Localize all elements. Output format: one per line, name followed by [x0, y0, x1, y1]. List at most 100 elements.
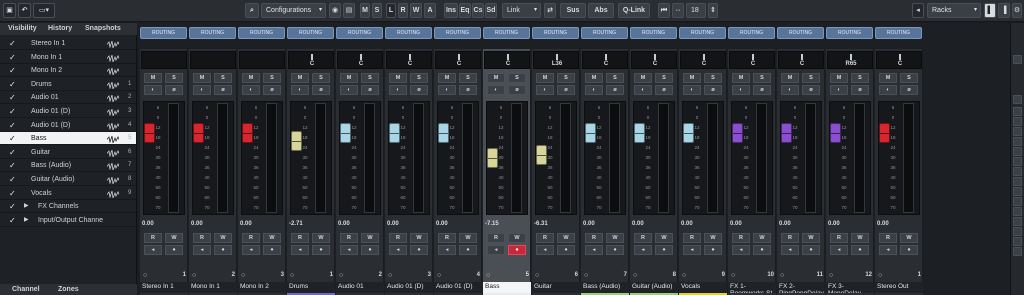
prev-channel-icon[interactable]: ⏮ [658, 3, 670, 18]
monitor-icon[interactable]: ◐ [879, 85, 897, 95]
channel-name[interactable]: Stereo In 1 [140, 282, 188, 295]
mute-button[interactable]: M [683, 73, 701, 83]
write-button[interactable]: W [214, 233, 232, 243]
rack-button[interactable] [1013, 197, 1022, 206]
channel-strip[interactable]: C M S ◐ ø 6 0 12 18 24 30 36 40 50 60 70 0.00 R W ◂ ● ○ 10 FX 1… [728, 49, 776, 295]
visibility-item[interactable]: ✓ ▶ Input/Output Channe [0, 214, 136, 227]
record-icon[interactable]: ● [900, 245, 918, 255]
phase-icon[interactable]: ø [802, 85, 820, 95]
fader-value[interactable]: -7.15 [485, 221, 507, 227]
monitor-icon[interactable]: ◐ [536, 85, 554, 95]
save-icon[interactable]: ▤ [343, 3, 355, 18]
check-icon[interactable]: ✓ [9, 91, 16, 104]
monitor-icon[interactable]: ◐ [781, 85, 799, 95]
link-channel-icon[interactable]: ○ [829, 272, 837, 279]
record-icon[interactable]: ● [557, 245, 575, 255]
link-channel-icon[interactable]: ○ [143, 272, 151, 279]
panel-inserts[interactable]: Ins [444, 3, 458, 18]
channel-width-icon[interactable]: ⇔ [672, 3, 684, 18]
monitor-icon[interactable]: ◐ [193, 85, 211, 95]
link-channel-icon[interactable]: ○ [878, 272, 886, 279]
rack-button[interactable] [1013, 247, 1022, 256]
pan-control[interactable]: C [337, 51, 383, 69]
check-icon[interactable]: ✓ [9, 173, 16, 186]
write-button[interactable]: W [851, 233, 869, 243]
link-channel-icon[interactable]: ○ [388, 272, 396, 279]
monitor-speaker-icon[interactable]: ◂ [732, 245, 750, 255]
write-button[interactable]: W [655, 233, 673, 243]
write-button[interactable]: W [900, 233, 918, 243]
toggle-automation[interactable]: A [424, 3, 436, 18]
check-icon[interactable]: ✓ [9, 105, 16, 118]
channel-name[interactable]: Drums [287, 282, 335, 295]
monitor-speaker-icon[interactable]: ◂ [242, 245, 260, 255]
toggle-read[interactable]: R [398, 3, 408, 18]
mute-button[interactable]: M [536, 73, 554, 83]
monitor-icon[interactable]: ◐ [732, 85, 750, 95]
routing-button[interactable]: ROUTING [385, 27, 432, 39]
phase-icon[interactable]: ø [410, 85, 428, 95]
monitor-icon[interactable]: ◐ [291, 85, 309, 95]
fader-value[interactable]: 0.00 [681, 221, 703, 227]
write-button[interactable]: W [753, 233, 771, 243]
fader-handle[interactable] [340, 123, 351, 143]
pan-control[interactable]: C [582, 51, 628, 69]
stepper-icon[interactable]: ⇕ [708, 3, 718, 18]
check-icon[interactable]: ✓ [9, 78, 16, 91]
fader-value[interactable]: 0.00 [142, 221, 164, 227]
fader-value[interactable]: 0.00 [338, 221, 360, 227]
toggle-listen[interactable]: L [386, 3, 396, 18]
pan-control[interactable]: C [386, 51, 432, 69]
pan-control[interactable]: L36 [533, 51, 579, 69]
read-button[interactable]: R [536, 233, 554, 243]
fader-handle[interactable] [438, 123, 449, 143]
pan-control[interactable]: C [876, 51, 922, 69]
visibility-item[interactable]: ✓ Vocals 9 [0, 187, 136, 200]
solo-button[interactable]: S [312, 73, 330, 83]
tab-zones[interactable]: Zones [58, 284, 79, 295]
solo-button[interactable]: S [557, 73, 575, 83]
routing-button[interactable]: ROUTING [581, 27, 628, 39]
monitor-icon[interactable]: ◐ [438, 85, 456, 95]
pan-control[interactable]: C [729, 51, 775, 69]
channel-strip[interactable]: M S ◐ ø 6 0 12 18 24 30 36 40 50 60 70 0.00 R W ◂ ● ○ 3 Mono I… [238, 49, 286, 295]
rack-button[interactable] [1013, 147, 1022, 156]
channel-name[interactable]: Bass (Audio) [581, 282, 629, 295]
solo-button[interactable]: S [410, 73, 428, 83]
mute-button[interactable]: M [193, 73, 211, 83]
visibility-item[interactable]: ✓ Bass (Audio) 7 [0, 159, 136, 173]
fader-handle[interactable] [144, 123, 155, 143]
solo-button[interactable]: S [361, 73, 379, 83]
phase-icon[interactable]: ø [508, 85, 526, 95]
channel-strip[interactable]: C M S ◐ ø 6 0 12 18 24 30 36 40 50 60 70 0.00 R W ◂ ● ○ 7 Bass … [581, 49, 629, 295]
fader-handle[interactable] [585, 123, 596, 143]
channel-name[interactable]: Audio 01 (D) [434, 282, 482, 295]
channel-strip[interactable]: C M S ◐ ø 6 0 12 18 24 30 36 40 50 60 70 0.00 R W ◂ ● ○ 9 Vocal… [679, 49, 727, 295]
pan-control[interactable]: C [484, 51, 530, 69]
write-button[interactable]: W [410, 233, 428, 243]
monitor-icon[interactable]: ◐ [144, 85, 162, 95]
check-icon[interactable]: ✓ [9, 159, 16, 172]
monitor-speaker-icon[interactable]: ◂ [487, 245, 505, 255]
check-icon[interactable]: ✓ [9, 214, 16, 227]
channel-name[interactable]: FX 2-PingPongDelay [777, 282, 825, 295]
monitor-icon[interactable]: ◐ [389, 85, 407, 95]
solo-button[interactable]: S [263, 73, 281, 83]
record-icon[interactable]: ● [165, 245, 183, 255]
layout-left-icon[interactable]: ▌ [984, 3, 996, 18]
read-button[interactable]: R [438, 233, 456, 243]
routing-button[interactable]: ROUTING [777, 27, 824, 39]
channel-name[interactable]: Guitar [532, 282, 580, 295]
channel-strip[interactable]: R65 M S ◐ ø 6 0 12 18 24 30 36 40 50 60 70 0.00 R W ◂ ● ○ 12 FX… [826, 49, 874, 295]
solo-button[interactable]: S [165, 73, 183, 83]
pan-control[interactable] [190, 51, 236, 69]
qlink-button[interactable]: Q-Link [618, 3, 650, 18]
pan-control[interactable]: C [680, 51, 726, 69]
phase-icon[interactable]: ø [312, 85, 330, 95]
fader-handle[interactable] [830, 123, 841, 143]
pan-control[interactable]: R65 [827, 51, 873, 69]
fader-value[interactable]: 0.00 [583, 221, 605, 227]
record-icon[interactable]: ● [851, 245, 869, 255]
mute-button[interactable]: M [487, 73, 505, 83]
rack-button[interactable] [1013, 157, 1022, 166]
